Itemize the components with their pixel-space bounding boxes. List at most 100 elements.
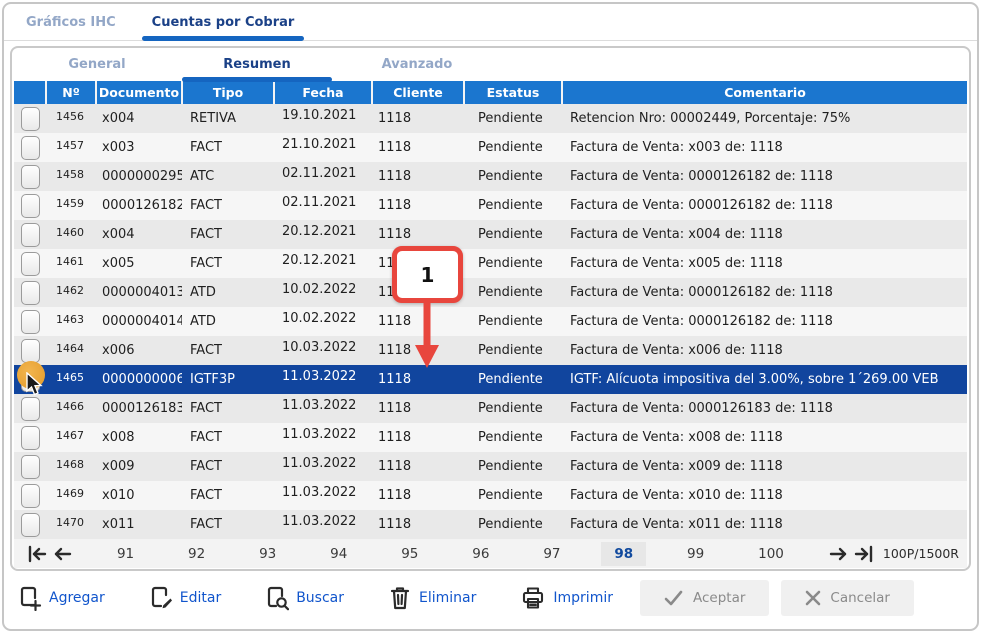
edit-button-label: Editar bbox=[180, 590, 221, 606]
cell-comentario: Factura de Venta: x003 de: 1118 bbox=[562, 133, 967, 162]
cell-cliente: 1118 bbox=[372, 452, 464, 481]
cell-estatus: Pendiente bbox=[464, 481, 562, 510]
cell-num: 1462 bbox=[46, 278, 96, 307]
first-page-icon[interactable] bbox=[24, 544, 50, 564]
cell-fecha: 21.10.2021 bbox=[274, 133, 372, 162]
page-number[interactable]: 94 bbox=[317, 542, 360, 566]
cell-estatus: Pendiente bbox=[464, 278, 562, 307]
cell-num-text: 1467 bbox=[56, 429, 84, 442]
page-number[interactable]: 95 bbox=[388, 542, 431, 566]
table-row[interactable]: 14660000126183FACT11.03.20221118Pendient… bbox=[14, 394, 967, 423]
cell-fecha: 10.02.2022 bbox=[274, 307, 372, 336]
cell-estatus: Pendiente bbox=[464, 104, 562, 133]
table-row[interactable]: 14580000000295ATC02.11.20211118Pendiente… bbox=[14, 162, 967, 191]
next-page-icon[interactable] bbox=[825, 544, 851, 564]
table-row[interactable]: 14620000004013ATD10.02.20221118Pendiente… bbox=[14, 278, 967, 307]
page-number[interactable]: 93 bbox=[246, 542, 289, 566]
table-row[interactable]: 14590000126182FACT02.11.20211118Pendient… bbox=[14, 191, 967, 220]
accounts-table: NºDocumentoTipoFechaClienteEstatusComent… bbox=[14, 81, 967, 539]
row-checkbox[interactable] bbox=[21, 194, 40, 218]
table-row[interactable]: 1467x008FACT11.03.20221118PendienteFactu… bbox=[14, 423, 967, 452]
cell-documento: x011 bbox=[96, 510, 182, 539]
table-row[interactable]: 1457x003FACT21.10.20211118PendienteFactu… bbox=[14, 133, 967, 162]
tab-cuentas-por-cobrar[interactable]: Cuentas por Cobrar bbox=[142, 4, 305, 40]
row-checkbox[interactable] bbox=[21, 426, 40, 450]
check-icon bbox=[664, 590, 684, 606]
cell-estatus: Pendiente bbox=[464, 365, 562, 394]
cell-num-text: 1458 bbox=[56, 168, 84, 181]
row-checkbox[interactable] bbox=[21, 455, 40, 479]
cell-comentario: Factura de Venta: x011 de: 1118 bbox=[562, 510, 967, 539]
tab-avanzado[interactable]: Avanzado bbox=[342, 48, 492, 81]
document-magnifier-icon bbox=[265, 585, 289, 611]
cell-comentario: Factura de Venta: x005 de: 1118 bbox=[562, 249, 967, 278]
print-button[interactable]: Imprimir bbox=[520, 585, 613, 611]
row-select-cell bbox=[14, 278, 46, 307]
last-page-icon[interactable] bbox=[851, 544, 877, 564]
row-checkbox[interactable] bbox=[21, 339, 40, 363]
row-checkbox[interactable] bbox=[21, 107, 40, 131]
row-checkbox[interactable] bbox=[21, 397, 40, 421]
cell-comentario: Factura de Venta: x009 de: 1118 bbox=[562, 452, 967, 481]
column-header-cliente: Cliente bbox=[372, 81, 464, 104]
cell-cliente: 1118 bbox=[372, 423, 464, 452]
pagination-bar: 919293949596979899100 100P/1500R bbox=[14, 539, 967, 568]
page-number[interactable]: 92 bbox=[175, 542, 218, 566]
document-pencil-icon bbox=[149, 585, 173, 611]
table-row[interactable]: 1460x004FACT20.12.20211118PendienteFactu… bbox=[14, 220, 967, 249]
page-number[interactable]: 97 bbox=[530, 542, 573, 566]
cell-tipo: ATD bbox=[182, 307, 274, 336]
page-number[interactable]: 91 bbox=[104, 542, 147, 566]
cell-estatus: Pendiente bbox=[464, 249, 562, 278]
column-header-cb bbox=[14, 81, 46, 104]
previous-page-icon[interactable] bbox=[50, 544, 76, 564]
row-checkbox[interactable] bbox=[21, 513, 40, 537]
table-row[interactable]: 1456x004RETIVA19.10.20211118PendienteRet… bbox=[14, 104, 967, 133]
cell-num-text: 1466 bbox=[56, 400, 84, 413]
table-row[interactable]: 14630000004014ATD10.02.20221118Pendiente… bbox=[14, 307, 967, 336]
table-row[interactable]: 1469x010FACT11.03.20221118PendienteFactu… bbox=[14, 481, 967, 510]
page-number[interactable]: 96 bbox=[459, 542, 502, 566]
table-row[interactable]: 14650000000006IGTF3P11.03.20221118Pendie… bbox=[14, 365, 967, 394]
search-button[interactable]: Buscar bbox=[265, 585, 344, 611]
cell-num: 1464 bbox=[46, 336, 96, 365]
cell-comentario: Factura de Venta: x004 de: 1118 bbox=[562, 220, 967, 249]
cell-comentario: Factura de Venta: x006 de: 1118 bbox=[562, 336, 967, 365]
tab-graficos-ihc[interactable]: Gráficos IHC bbox=[16, 4, 126, 40]
row-checkbox[interactable] bbox=[21, 310, 40, 334]
row-checkbox[interactable] bbox=[21, 223, 40, 247]
row-checkbox[interactable] bbox=[21, 165, 40, 189]
annotation-callout-1: 1 bbox=[392, 246, 463, 303]
cell-num: 1467 bbox=[46, 423, 96, 452]
cell-comentario: Factura de Venta: x008 de: 1118 bbox=[562, 423, 967, 452]
cell-comentario: Factura de Venta: 0000126182 de: 1118 bbox=[562, 278, 967, 307]
tab-general[interactable]: General bbox=[22, 48, 172, 81]
table-row[interactable]: 1464x006FACT10.03.20221118PendienteFactu… bbox=[14, 336, 967, 365]
cell-documento: x003 bbox=[96, 133, 182, 162]
row-checkbox[interactable] bbox=[21, 484, 40, 508]
row-checkbox[interactable] bbox=[21, 252, 40, 276]
table-row[interactable]: 1470x011FACT11.03.20221118PendienteFactu… bbox=[14, 510, 967, 539]
row-select-cell bbox=[14, 249, 46, 278]
table-row[interactable]: 1468x009FACT11.03.20221118PendienteFactu… bbox=[14, 452, 967, 481]
row-select-cell bbox=[14, 307, 46, 336]
cancel-button[interactable]: Cancelar bbox=[781, 580, 914, 616]
add-button[interactable]: Agregar bbox=[18, 585, 105, 611]
cell-tipo: ATC bbox=[182, 162, 274, 191]
tab-resumen[interactable]: Resumen bbox=[182, 48, 332, 81]
table-row[interactable]: 1461x005FACT20.12.20211118PendienteFactu… bbox=[14, 249, 967, 278]
row-checkbox[interactable] bbox=[21, 281, 40, 305]
cell-tipo: IGTF3P bbox=[182, 365, 274, 394]
accept-button[interactable]: Aceptar bbox=[640, 580, 769, 616]
cell-fecha: 11.03.2022 bbox=[274, 394, 372, 423]
page-number[interactable]: 98 bbox=[601, 542, 646, 566]
cell-fecha: 11.03.2022 bbox=[274, 510, 372, 539]
edit-button[interactable]: Editar bbox=[149, 585, 221, 611]
cell-tipo: FACT bbox=[182, 220, 274, 249]
cell-estatus: Pendiente bbox=[464, 423, 562, 452]
page-number[interactable]: 100 bbox=[745, 542, 797, 566]
row-checkbox[interactable] bbox=[21, 136, 40, 160]
cell-cliente: 1118 bbox=[372, 133, 464, 162]
page-number[interactable]: 99 bbox=[674, 542, 717, 566]
delete-button[interactable]: Eliminar bbox=[388, 585, 476, 611]
